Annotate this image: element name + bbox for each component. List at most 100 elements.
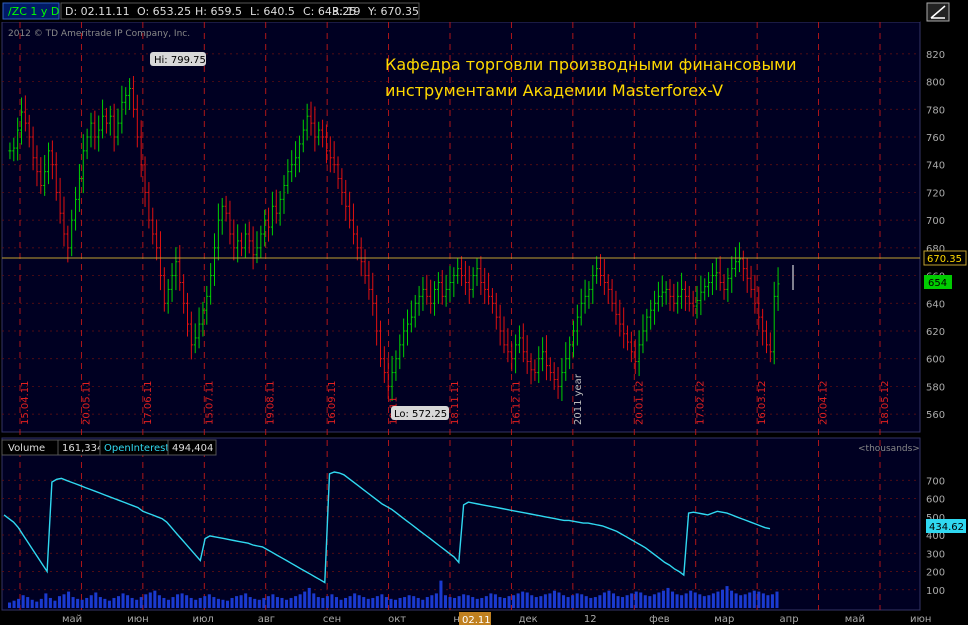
date-label: 2011 year — [573, 373, 584, 425]
price-tick-label: 560 — [926, 410, 945, 421]
volume-tick-label: 700 — [926, 476, 945, 487]
volume-bar — [153, 590, 157, 608]
volume-bar — [48, 597, 52, 608]
month-label: апр — [780, 614, 799, 625]
volume-bar — [484, 596, 488, 608]
date-label: 18.11.11 — [450, 380, 461, 425]
volume-bar — [80, 599, 84, 608]
volume-bar — [502, 597, 507, 608]
volume-bar — [521, 591, 525, 608]
volume-bar — [39, 598, 43, 608]
volume-bar — [557, 592, 561, 608]
volume-bar — [366, 598, 370, 608]
volume-bar — [225, 600, 230, 608]
volume-bar — [307, 587, 311, 608]
volume-bar — [480, 597, 484, 608]
month-label: май — [845, 614, 865, 625]
volume-bar — [652, 594, 656, 608]
volume-bar — [580, 594, 584, 608]
volume-bar — [584, 596, 588, 608]
date-label: 20.05.11 — [81, 380, 92, 425]
volume-bar — [271, 594, 275, 608]
volume-bar — [144, 594, 148, 608]
header-open: O: 653.25 — [137, 5, 191, 18]
volume-bar — [21, 595, 25, 608]
volume-bar — [76, 598, 80, 608]
volume-bar — [443, 595, 447, 608]
date-label: 17.06.11 — [143, 380, 154, 425]
volume-bar — [57, 596, 61, 608]
volume-bar — [275, 597, 279, 608]
date-label: 15.07.11 — [204, 380, 215, 425]
volume-bar — [203, 596, 207, 608]
volume-tick-label: 300 — [926, 549, 945, 560]
price-tick-label: 580 — [926, 382, 945, 393]
volume-bar — [44, 593, 48, 608]
oi-value: 494,404 — [172, 443, 213, 454]
volume-bar — [725, 586, 729, 608]
volume-bar — [180, 593, 184, 608]
volume-bar — [516, 593, 520, 608]
volume-bar — [589, 597, 593, 608]
volume-bar — [530, 595, 534, 608]
volume-bar — [543, 594, 547, 608]
volume-bar — [157, 595, 161, 608]
volume-bar — [702, 596, 706, 608]
volume-bar — [621, 597, 625, 608]
volume-bar — [8, 602, 12, 608]
volume-bar — [185, 595, 189, 608]
date-label: 17.02.12 — [696, 380, 707, 425]
volume-bar — [698, 594, 702, 608]
symbol-label: /ZC 1 y D — [8, 5, 59, 18]
date-label: 20.01.12 — [634, 380, 645, 425]
volume-bar — [112, 597, 116, 608]
volume-bar — [430, 595, 434, 608]
hi-marker-label: Hi: 799.75 — [154, 55, 206, 66]
volume-bar — [348, 596, 352, 608]
volume-bar — [462, 594, 466, 608]
volume-bar — [707, 595, 711, 608]
volume-bar — [562, 595, 566, 608]
volume-bar — [334, 597, 339, 608]
cursor-price-label: 670.35 — [927, 254, 962, 265]
month-label: май — [62, 614, 82, 625]
volume-bar — [30, 599, 34, 608]
volume-bar — [244, 593, 248, 608]
x-cursor-label: 02.11 — [462, 615, 491, 625]
price-tick-label: 720 — [926, 188, 945, 199]
month-label: мар — [714, 614, 734, 625]
price-tick-label: 620 — [926, 327, 945, 338]
volume-bar — [216, 598, 220, 608]
volume-bar — [394, 599, 398, 608]
volume-bar — [775, 591, 779, 608]
volume-bar — [344, 597, 348, 608]
volume-tick-label: 100 — [926, 586, 945, 597]
oi-label: OpenInterest — [104, 443, 169, 454]
volume-bar — [475, 598, 479, 608]
date-label: 16.03.12 — [757, 380, 768, 425]
date-label: 18.05.12 — [880, 380, 891, 425]
volume-bar — [630, 593, 634, 608]
volume-bar — [289, 597, 293, 608]
volume-bar — [498, 597, 502, 608]
header-date: D: 02.11.11 — [65, 5, 130, 18]
volume-bar — [534, 597, 538, 608]
volume-bar — [371, 597, 375, 608]
month-label: июл — [192, 614, 213, 625]
volume-bar — [602, 592, 606, 608]
volume-bar — [466, 595, 470, 608]
volume-bar — [616, 596, 620, 608]
volume-bar — [720, 589, 725, 608]
volume-bar — [403, 597, 407, 608]
volume-bar — [321, 597, 325, 608]
volume-bar — [739, 595, 743, 608]
volume-bar — [94, 592, 98, 608]
volume-bar — [412, 596, 416, 608]
volume-bar — [453, 597, 457, 608]
volume-bar — [71, 597, 75, 608]
volume-bar — [407, 595, 411, 608]
volume-bar — [89, 595, 93, 608]
volume-bar — [121, 593, 125, 608]
month-label: окт — [388, 614, 406, 625]
volume-bar — [680, 595, 684, 608]
